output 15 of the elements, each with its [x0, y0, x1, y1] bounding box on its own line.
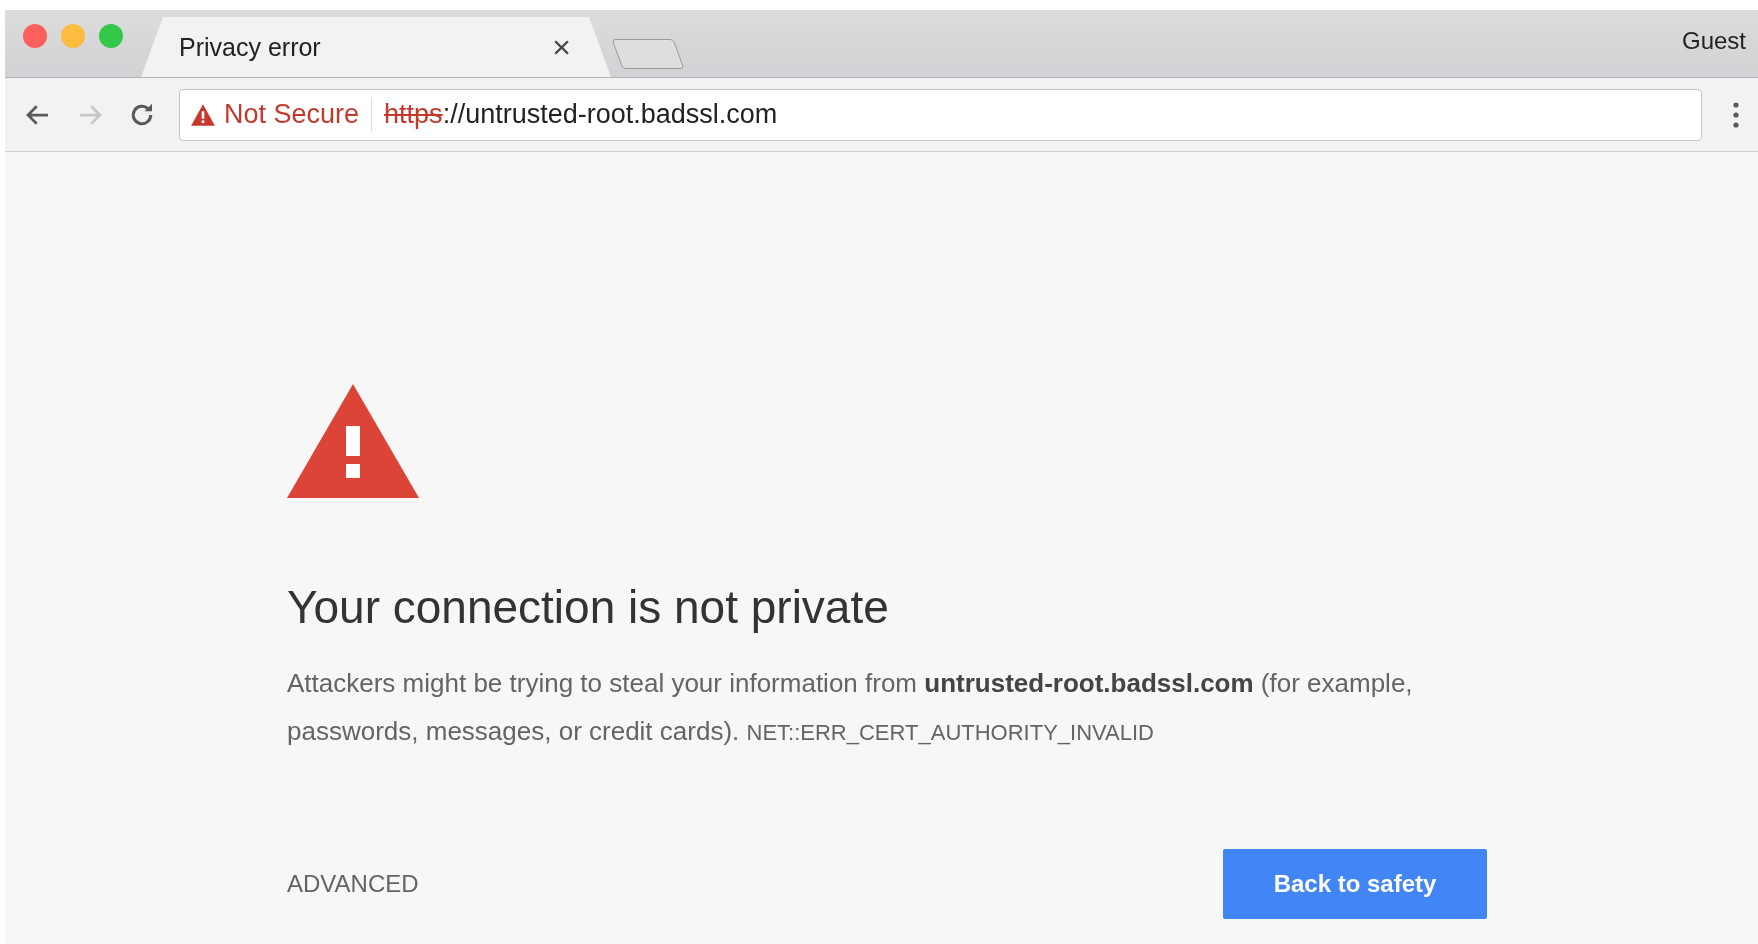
menu-icon[interactable] [1732, 100, 1740, 129]
error-description: Attackers might be trying to steal your information from untrusted-root.badssl.com (for example, passwords, messages, or credit cards). NET::ERR_CERT_AUTHORITY_INVALID [287, 667, 1414, 749]
address-bar[interactable]: Not Secure https://untrusted-root.badssl.com [179, 88, 1702, 141]
browser-tab[interactable]: Privacy error × [141, 17, 611, 77]
window-control[interactable] [23, 23, 47, 48]
profile-label[interactable]: Guest [1681, 26, 1758, 55]
window-control[interactable] [99, 23, 123, 48]
close-icon[interactable]: × [552, 31, 571, 63]
window-control[interactable] [61, 23, 85, 48]
url-text[interactable]: https://untrusted-root.badssl.com [384, 99, 778, 130]
back-to-safety-button[interactable]: Back to safety [1223, 849, 1487, 920]
security-label[interactable]: Not Secure [224, 99, 360, 130]
warning-icon [287, 384, 419, 498]
advanced-button[interactable]: ADVANCED [287, 870, 419, 899]
page-heading: Your connection is not private [287, 580, 889, 635]
